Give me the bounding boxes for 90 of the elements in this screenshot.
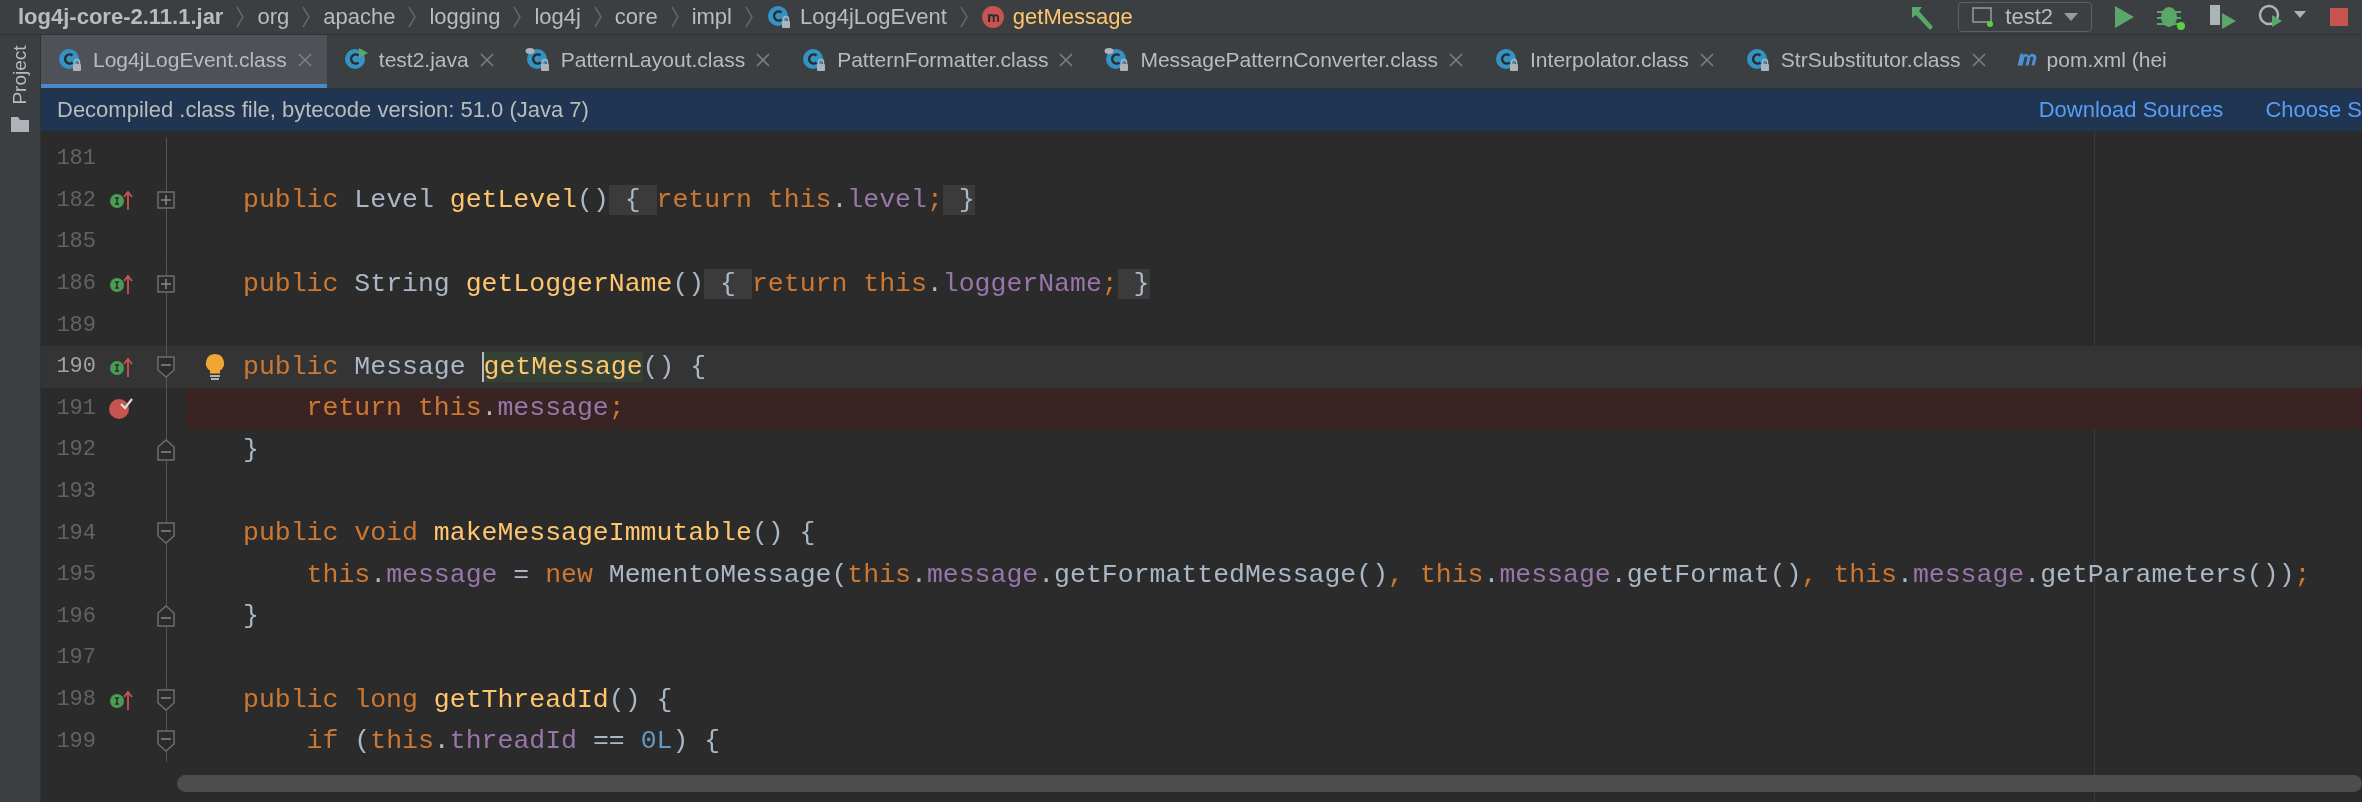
expand-fold-icon[interactable] (157, 191, 175, 210)
code-line: this.message = new MementoMessage(this.message.getFormattedMessage(), this.message.getFormat(), this.message.getParameters()); (305, 559, 2311, 590)
close-icon[interactable] (1058, 51, 1075, 68)
collapse-fold-icon[interactable] (157, 730, 175, 753)
code-line: public String getLoggerName() { return this.loggerName; } (243, 268, 1150, 299)
class-icon (57, 46, 83, 73)
close-icon[interactable] (1970, 51, 1987, 68)
chevron-icon (669, 6, 680, 28)
code-line: if (this.threadId == 0L) { (305, 726, 721, 757)
horizontal-scrollbar[interactable] (177, 775, 2362, 792)
code-line: return this.message; (305, 393, 625, 424)
line-number: 189 (55, 312, 96, 338)
fold-end-icon[interactable] (157, 605, 175, 628)
editor-tab[interactable]: PatternLayout.class (508, 35, 786, 88)
code-line: } (243, 601, 259, 632)
stop-icon[interactable] (2328, 6, 2350, 28)
project-panel-button[interactable]: Project (9, 45, 31, 105)
method-icon (980, 5, 1005, 29)
close-icon[interactable] (755, 51, 772, 68)
line-number: 195 (55, 562, 96, 588)
line-number: 190 (55, 354, 96, 380)
line-number: 194 (55, 520, 96, 546)
editor-tab[interactable]: PatternFormatter.class (785, 35, 1089, 88)
chevron-icon (407, 6, 418, 28)
line-number: 199 (55, 728, 96, 754)
collapse-fold-icon[interactable] (157, 355, 175, 378)
override-icon (109, 688, 133, 711)
folder-icon[interactable] (10, 115, 30, 133)
editor-tab[interactable]: test2.java (326, 35, 509, 88)
close-icon[interactable] (478, 51, 495, 68)
fold-end-icon[interactable] (157, 438, 175, 461)
close-icon[interactable] (296, 51, 313, 68)
close-icon[interactable] (1448, 51, 1465, 68)
breadcrumb-item[interactable]: Log4jLogEvent (800, 4, 947, 30)
breadcrumb-item[interactable]: impl (691, 4, 732, 30)
editor-tab[interactable]: Log4jLogEvent.class (41, 35, 327, 88)
breadcrumb-item[interactable]: core (614, 4, 658, 30)
run-config-dropdown[interactable]: test2 (1958, 2, 2092, 32)
override-icon (109, 189, 133, 212)
maven-icon (2016, 53, 2037, 66)
breadcrumb-item[interactable]: log4j-core-2.11.1.jar (18, 4, 224, 30)
expand-fold-icon[interactable] (157, 274, 175, 293)
class-icon (1744, 46, 1771, 73)
editor-tab[interactable]: MessagePatternConverter.class (1088, 35, 1479, 88)
breadcrumb-item[interactable]: getMessage (1012, 4, 1133, 30)
line-number: 181 (55, 146, 96, 172)
line-number: 182 (55, 187, 96, 213)
line-number: 193 (55, 479, 96, 505)
override-icon (109, 355, 133, 378)
code-line: public Message getMessage() { (243, 351, 707, 382)
monitor-icon (1971, 6, 1996, 28)
banner-link[interactable]: Choose S (2265, 97, 2362, 123)
banner-message: Decompiled .class file, bytecode version: 51.0 (Java 7) (57, 97, 590, 123)
lightbulb-icon[interactable] (203, 352, 226, 381)
line-number: 197 (55, 645, 96, 671)
line-number: 198 (55, 687, 96, 712)
code-line: } (243, 434, 259, 465)
chevron-icon (592, 6, 603, 28)
class-icon (1494, 46, 1521, 73)
chevron-icon (512, 6, 523, 28)
class-icon (801, 46, 828, 73)
line-number: 186 (55, 271, 96, 297)
class-icon (766, 4, 792, 30)
class-icon (524, 46, 551, 73)
breadcrumb-item[interactable]: apache (323, 4, 396, 30)
chevron-icon (958, 6, 969, 28)
collapse-fold-icon[interactable] (157, 688, 175, 711)
caret-icon (2063, 12, 2079, 22)
code-line: public Level getLevel() { return this.level; } (243, 185, 975, 216)
collapse-fold-icon[interactable] (157, 522, 175, 545)
editor-tab[interactable]: StrSubstitutor.class (1728, 35, 2001, 88)
code-line: public void makeMessageImmutable() { (243, 518, 816, 549)
run-icon[interactable] (2112, 4, 2136, 30)
chevron-icon (235, 6, 246, 28)
line-number: 196 (55, 603, 96, 629)
override-icon (109, 272, 133, 295)
class-icon (1104, 46, 1131, 73)
close-icon[interactable] (1698, 51, 1715, 68)
breadcrumb-item[interactable]: log4j (534, 4, 581, 30)
chevron-icon (744, 6, 754, 28)
breadcrumb-item[interactable]: org (257, 4, 290, 30)
breadcrumb-item[interactable]: logging (429, 4, 501, 30)
line-number: 192 (55, 437, 96, 463)
editor-tab[interactable]: Interpolator.class (1478, 35, 1729, 88)
banner-link[interactable]: Download Sources (2038, 97, 2224, 123)
chevron-icon (301, 6, 312, 28)
line-number: 185 (55, 229, 96, 255)
editor-tab[interactable]: pom.xml (hei (2000, 35, 2181, 88)
line-number: 191 (55, 395, 96, 421)
code-line: public long getThreadId() { (243, 684, 673, 715)
